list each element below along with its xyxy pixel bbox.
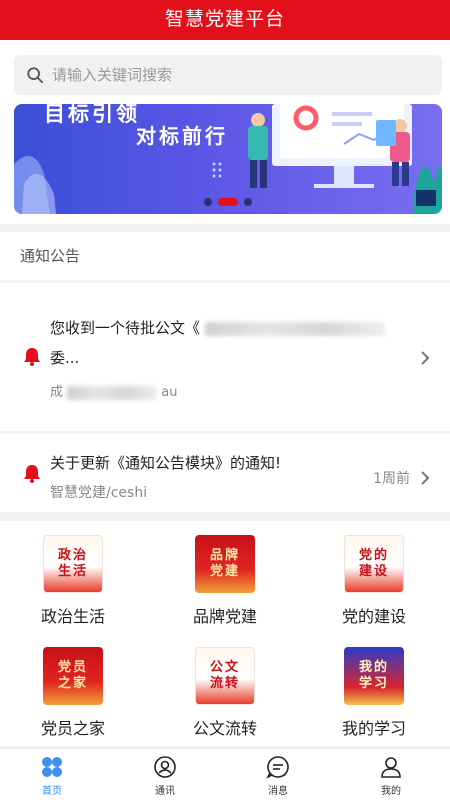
redacted-text bbox=[67, 385, 158, 400]
notice-section-title: 通知公告 bbox=[0, 232, 450, 280]
module-my-study[interactable]: 我的 学习 我的学习 bbox=[304, 633, 444, 743]
tab-contacts[interactable]: 通讯 bbox=[135, 753, 195, 799]
tab-label: 消息 bbox=[268, 786, 288, 797]
brand-party-icon: 品牌 党建 bbox=[195, 535, 255, 593]
profile-icon bbox=[381, 757, 401, 778]
bell-icon bbox=[24, 348, 40, 366]
bottom-tab-bar: 首页 通讯 消息 我的 bbox=[0, 748, 450, 800]
tab-profile[interactable]: 我的 bbox=[361, 753, 421, 799]
document-flow-icon: 公文 流转 bbox=[195, 647, 255, 705]
module-brand-party[interactable]: 品牌 党建 品牌党建 bbox=[155, 521, 295, 631]
tab-label: 首页 bbox=[42, 786, 62, 797]
notice-item[interactable]: 您收到一个待批公文《 委... 成 au bbox=[0, 283, 450, 431]
module-label: 公文流转 bbox=[192, 719, 257, 738]
search-bar[interactable] bbox=[14, 55, 442, 95]
notice-title-line2: 委... bbox=[50, 349, 80, 367]
notice-subtitle: 成 au bbox=[50, 381, 178, 400]
notice-title-text: 您收到一个待批公文《 bbox=[50, 319, 201, 337]
message-icon bbox=[266, 756, 289, 779]
member-home-icon: 党员 之家 bbox=[43, 647, 103, 705]
notice-title: 您收到一个待批公文《 bbox=[50, 313, 385, 343]
political-life-icon: 政治 生活 bbox=[43, 535, 103, 593]
module-party-building[interactable]: 党的 建设 党的建设 bbox=[304, 521, 444, 631]
notice-subtitle-prefix: 成 bbox=[50, 385, 64, 400]
module-label: 党员之家 bbox=[40, 719, 105, 738]
chevron-right-icon bbox=[421, 351, 430, 365]
notice-item[interactable]: 关于更新《通知公告模块》的通知! 智慧党建/ceshi 1周前 bbox=[0, 434, 450, 512]
tab-home[interactable]: 首页 bbox=[22, 753, 82, 799]
module-label: 我的学习 bbox=[341, 719, 406, 738]
module-label: 政治生活 bbox=[40, 607, 105, 626]
banner-carousel[interactable]: 目标引领 对标前行 bbox=[14, 104, 442, 214]
redacted-text bbox=[204, 321, 385, 336]
notice-time: 1周前 bbox=[373, 471, 410, 487]
search-section bbox=[0, 40, 450, 104]
my-study-icon: 我的 学习 bbox=[344, 647, 404, 705]
carousel-dot-active[interactable] bbox=[218, 198, 238, 206]
banner-section: 目标引领 对标前行 bbox=[0, 104, 450, 224]
search-icon bbox=[27, 67, 44, 84]
tab-messages[interactable]: 消息 bbox=[248, 753, 308, 799]
carousel-dot[interactable] bbox=[244, 198, 252, 206]
home-icon bbox=[42, 757, 62, 777]
module-label: 党的建设 bbox=[341, 607, 406, 626]
chevron-right-icon bbox=[421, 471, 430, 485]
module-member-home[interactable]: 党员 之家 党员之家 bbox=[3, 633, 143, 743]
contacts-icon bbox=[154, 756, 176, 778]
bell-icon bbox=[24, 465, 40, 483]
module-label: 品牌党建 bbox=[192, 607, 257, 626]
banner-slogan-top: 目标引领 bbox=[44, 104, 140, 126]
module-grid: 政治 生活 政治生活 品牌 党建 品牌党建 党的 建设 党的建设 党员 之家 党员之家 … bbox=[0, 521, 450, 746]
notice-subtitle: 智慧党建/ceshi bbox=[50, 485, 148, 501]
search-input[interactable] bbox=[52, 66, 412, 84]
banner-slogan-bottom: 对标前行 bbox=[136, 124, 228, 148]
module-political-life[interactable]: 政治 生活 政治生活 bbox=[3, 521, 143, 631]
tab-label: 我的 bbox=[381, 786, 401, 797]
tab-label: 通讯 bbox=[155, 786, 175, 797]
carousel-dot[interactable] bbox=[204, 198, 212, 206]
party-building-icon: 党的 建设 bbox=[344, 535, 404, 593]
notice-title: 关于更新《通知公告模块》的通知! bbox=[50, 454, 282, 472]
module-document-flow[interactable]: 公文 流转 公文流转 bbox=[155, 633, 295, 743]
app-title: 智慧党建平台 bbox=[0, 0, 450, 40]
carousel-indicator bbox=[204, 198, 252, 206]
notice-subtitle-suffix: au bbox=[161, 385, 178, 400]
